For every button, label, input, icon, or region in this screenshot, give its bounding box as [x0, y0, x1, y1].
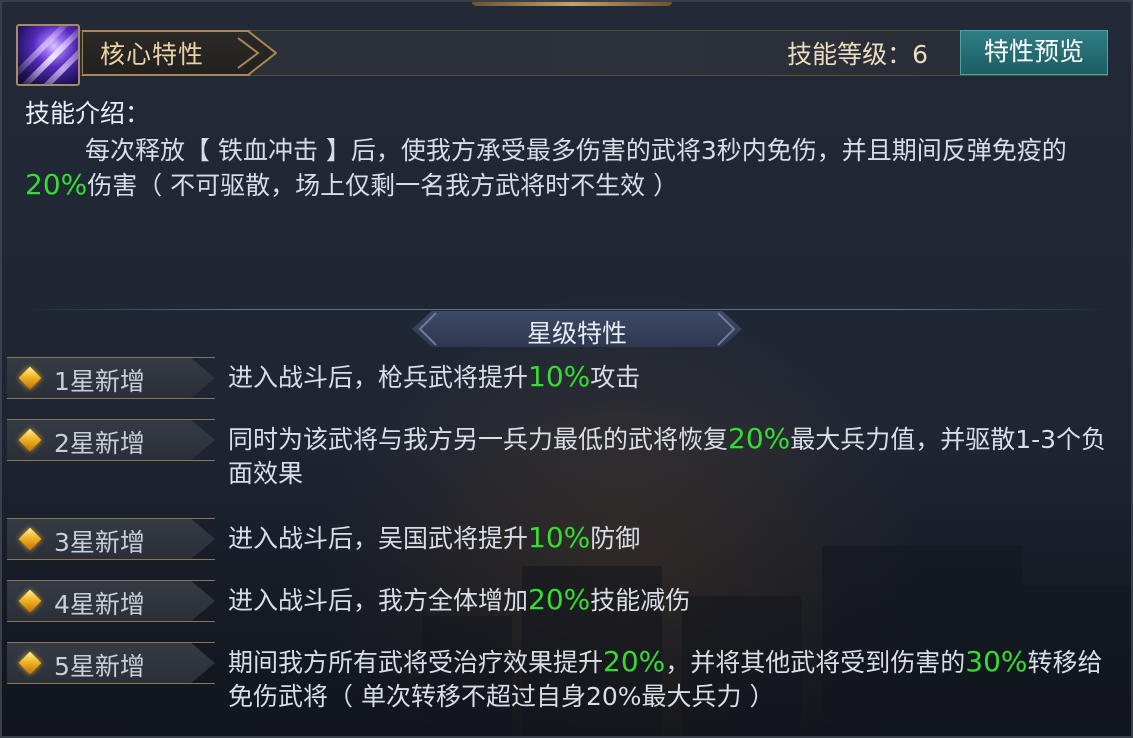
star-row-label: 2星新增	[54, 429, 145, 458]
row-text-after: 技能减伤	[590, 586, 691, 615]
top-frame-notch	[472, 2, 672, 6]
row-highlight-value: 20%	[603, 645, 666, 678]
row-text-before: 同时为该武将与我方另一兵力最低的武将恢复	[228, 425, 729, 454]
row-text-before: 进入战斗后，枪兵武将提升	[228, 363, 529, 392]
row-highlight-value: 20%	[528, 583, 591, 616]
row-text-before: 期间我方所有武将受治疗效果提升	[228, 648, 604, 677]
row-text-before: 进入战斗后，吴国武将提升	[228, 524, 529, 553]
star-row-label: 4星新增	[54, 590, 145, 619]
skill-icon[interactable]	[16, 24, 80, 86]
star-row-label: 5星新增	[54, 652, 145, 681]
star-row-text: 进入战斗后，我方全体增加20%技能减伤	[228, 583, 1118, 618]
star-row-text: 期间我方所有武将受治疗效果提升20%，并将其他武将受到伤害的30%转移给免伤武将…	[228, 645, 1118, 714]
row-highlight-value: 10%	[528, 360, 591, 393]
row-highlight-value-2: 30%	[965, 645, 1028, 678]
star-section-title: 星级特性	[526, 319, 627, 348]
star-row-text: 进入战斗后，枪兵武将提升10%攻击	[228, 360, 1118, 395]
row-text-after: 防御	[590, 524, 641, 553]
star-row-text: 进入战斗后，吴国武将提升10%防御	[228, 521, 1118, 556]
star-row-label: 3星新增	[54, 528, 145, 557]
row-text-after: ，并将其他武将受到伤害的	[665, 648, 966, 677]
row-highlight-value: 20%	[728, 422, 791, 455]
section-divider	[22, 309, 1111, 310]
row-text-after: 攻击	[590, 363, 641, 392]
intro-text-after: 伤害（ 不可驱散，场上仅剩一名我方武将时不生效 ）	[87, 171, 679, 200]
skill-trait-panel: 核心特性 技能等级：6 特性预览 技能介绍： 每次释放【 铁血冲击 】后，使我方…	[0, 0, 1133, 738]
panel-title: 核心特性	[100, 40, 205, 69]
skill-level-label: 技能等级：6	[787, 40, 928, 69]
skill-intro-text: 每次释放【 铁血冲击 】后，使我方承受最多伤害的武将3秒内免伤，并且期间反弹免疫…	[25, 134, 1120, 203]
star-row-text: 同时为该武将与我方另一兵力最低的武将恢复20%最大兵力值，并驱散1-3个负面效果	[228, 422, 1118, 491]
skill-intro-label: 技能介绍：	[25, 99, 151, 128]
intro-highlight-value: 20%	[25, 168, 88, 201]
star-row-label: 1星新增	[54, 367, 145, 396]
trait-preview-button[interactable]: 特性预览	[960, 30, 1108, 75]
intro-text-before: 每次释放【 铁血冲击 】后，使我方承受最多伤害的武将3秒内免伤，并且期间反弹免疫…	[85, 136, 1067, 165]
row-highlight-value: 10%	[528, 521, 591, 554]
row-text-before: 进入战斗后，我方全体增加	[228, 586, 529, 615]
